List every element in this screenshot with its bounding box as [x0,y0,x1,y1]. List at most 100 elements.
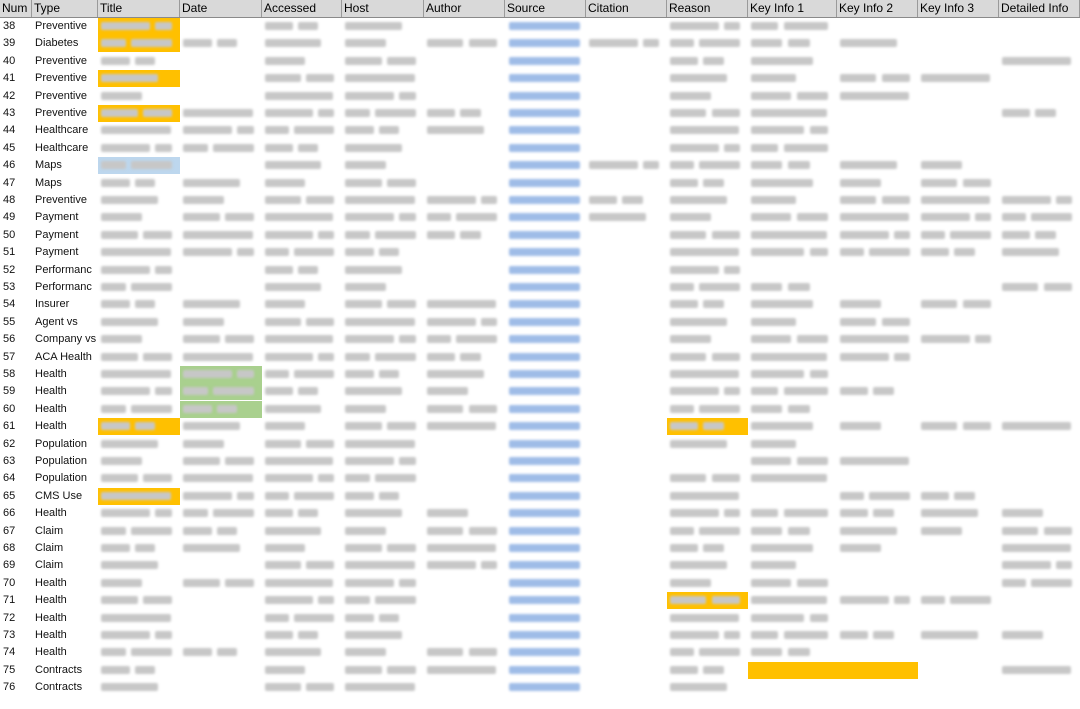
cell-num[interactable]: 62 [0,436,32,453]
cell-type[interactable]: Payment [32,244,98,261]
cell-type[interactable]: Maps [32,175,98,192]
table-row[interactable]: 74 Health [0,644,1080,661]
cell-type[interactable]: Diabetes [32,35,98,52]
header-detailed-info[interactable]: Detailed Info [999,0,1080,17]
cell-type[interactable]: Health [32,610,98,627]
cell-type[interactable]: Population [32,470,98,487]
table-row[interactable]: 57 ACA Health [0,349,1080,366]
cell-type[interactable]: CMS Use [32,488,98,505]
cell-num[interactable]: 57 [0,349,32,366]
cell-num[interactable]: 65 [0,488,32,505]
cell-type[interactable]: Preventive [32,70,98,87]
cell-type[interactable]: Preventive [32,53,98,70]
cell-num[interactable]: 38 [0,18,32,35]
cell-num[interactable]: 60 [0,401,32,418]
table-row[interactable]: 46 Maps [0,157,1080,175]
cell-num[interactable]: 72 [0,610,32,627]
table-row[interactable]: 54 Insurer [0,296,1080,313]
cell-num[interactable]: 50 [0,227,32,244]
cell-type[interactable]: Health [32,366,98,383]
table-row[interactable]: 63 Population [0,453,1080,470]
table-row[interactable]: 65 CMS Use [0,487,1080,505]
cell-type[interactable]: Performanc [32,262,98,279]
cell-num[interactable]: 42 [0,88,32,105]
cell-type[interactable]: Health [32,644,98,661]
table-row[interactable]: 72 Health [0,610,1080,627]
cell-num[interactable]: 47 [0,175,32,192]
header-author[interactable]: Author [424,0,505,17]
header-date[interactable]: Date [180,0,262,17]
cell-num[interactable]: 70 [0,575,32,592]
table-row[interactable]: 60 Health [0,400,1080,418]
table-row[interactable]: 50 Payment [0,227,1080,244]
table-row[interactable]: 64 Population [0,470,1080,487]
cell-num[interactable]: 48 [0,192,32,209]
table-row[interactable]: 61 Health [0,418,1080,436]
header-host[interactable]: Host [342,0,424,17]
table-row[interactable]: 52 Performanc [0,262,1080,279]
table-row[interactable]: 43 Preventive [0,105,1080,122]
cell-num[interactable]: 51 [0,244,32,261]
cell-num[interactable]: 44 [0,122,32,139]
cell-num[interactable]: 45 [0,140,32,157]
header-title[interactable]: Title [98,0,180,17]
cell-num[interactable]: 67 [0,523,32,540]
header-key-info-1[interactable]: Key Info 1 [748,0,837,17]
header-num[interactable]: Num [0,0,32,17]
cell-type[interactable]: Preventive [32,105,98,122]
header-source[interactable]: Source [505,0,586,17]
cell-type[interactable]: ACA Health [32,349,98,366]
table-row[interactable]: 75 Contracts [0,661,1080,679]
table-row[interactable]: 58 Health [0,366,1080,383]
table-row[interactable]: 59 Health [0,383,1080,401]
cell-type[interactable]: Insurer [32,296,98,313]
table-row[interactable]: 62 Population [0,436,1080,453]
table-row[interactable]: 69 Claim [0,557,1080,574]
cell-num[interactable]: 40 [0,53,32,70]
table-row[interactable]: 45 Healthcare [0,140,1080,157]
cell-num[interactable]: 43 [0,105,32,122]
cell-type[interactable]: Health [32,592,98,609]
header-reason[interactable]: Reason [667,0,748,17]
header-type[interactable]: Type [32,0,98,17]
cell-num[interactable]: 66 [0,505,32,522]
cell-type[interactable]: Payment [32,227,98,244]
cell-num[interactable]: 55 [0,314,32,331]
table-row[interactable]: 76 Contracts [0,679,1080,696]
header-key-info-3[interactable]: Key Info 3 [918,0,999,17]
table-row[interactable]: 71 Health [0,592,1080,610]
table-row[interactable]: 68 Claim [0,540,1080,557]
cell-type[interactable]: Health [32,575,98,592]
table-row[interactable]: 51 Payment [0,244,1080,261]
cell-num[interactable]: 71 [0,592,32,609]
table-row[interactable]: 44 Healthcare [0,122,1080,139]
cell-type[interactable]: Claim [32,557,98,574]
cell-type[interactable]: Health [32,418,98,435]
cell-num[interactable]: 52 [0,262,32,279]
cell-num[interactable]: 58 [0,366,32,383]
cell-num[interactable]: 56 [0,331,32,348]
cell-type[interactable]: Claim [32,523,98,540]
table-row[interactable]: 39 Diabetes [0,35,1080,53]
table-row[interactable]: 73 Health [0,627,1080,644]
cell-type[interactable]: Preventive [32,192,98,209]
cell-type[interactable]: Performanc [32,279,98,296]
cell-num[interactable]: 39 [0,35,32,52]
cell-type[interactable]: Health [32,505,98,522]
cell-num[interactable]: 63 [0,453,32,470]
cell-type[interactable]: Health [32,627,98,644]
cell-num[interactable]: 54 [0,296,32,313]
header-accessed[interactable]: Accessed [262,0,342,17]
cell-type[interactable]: Health [32,401,98,418]
table-row[interactable]: 53 Performanc [0,279,1080,296]
cell-type[interactable]: Health [32,383,98,400]
cell-type[interactable]: Healthcare [32,122,98,139]
table-row[interactable]: 67 Claim [0,523,1080,540]
header-citation[interactable]: Citation [586,0,667,17]
cell-num[interactable]: 41 [0,70,32,87]
cell-type[interactable]: Preventive [32,88,98,105]
cell-num[interactable]: 68 [0,540,32,557]
table-row[interactable]: 56 Company vs [0,331,1080,348]
cell-type[interactable]: Maps [32,157,98,174]
cell-num[interactable]: 69 [0,557,32,574]
